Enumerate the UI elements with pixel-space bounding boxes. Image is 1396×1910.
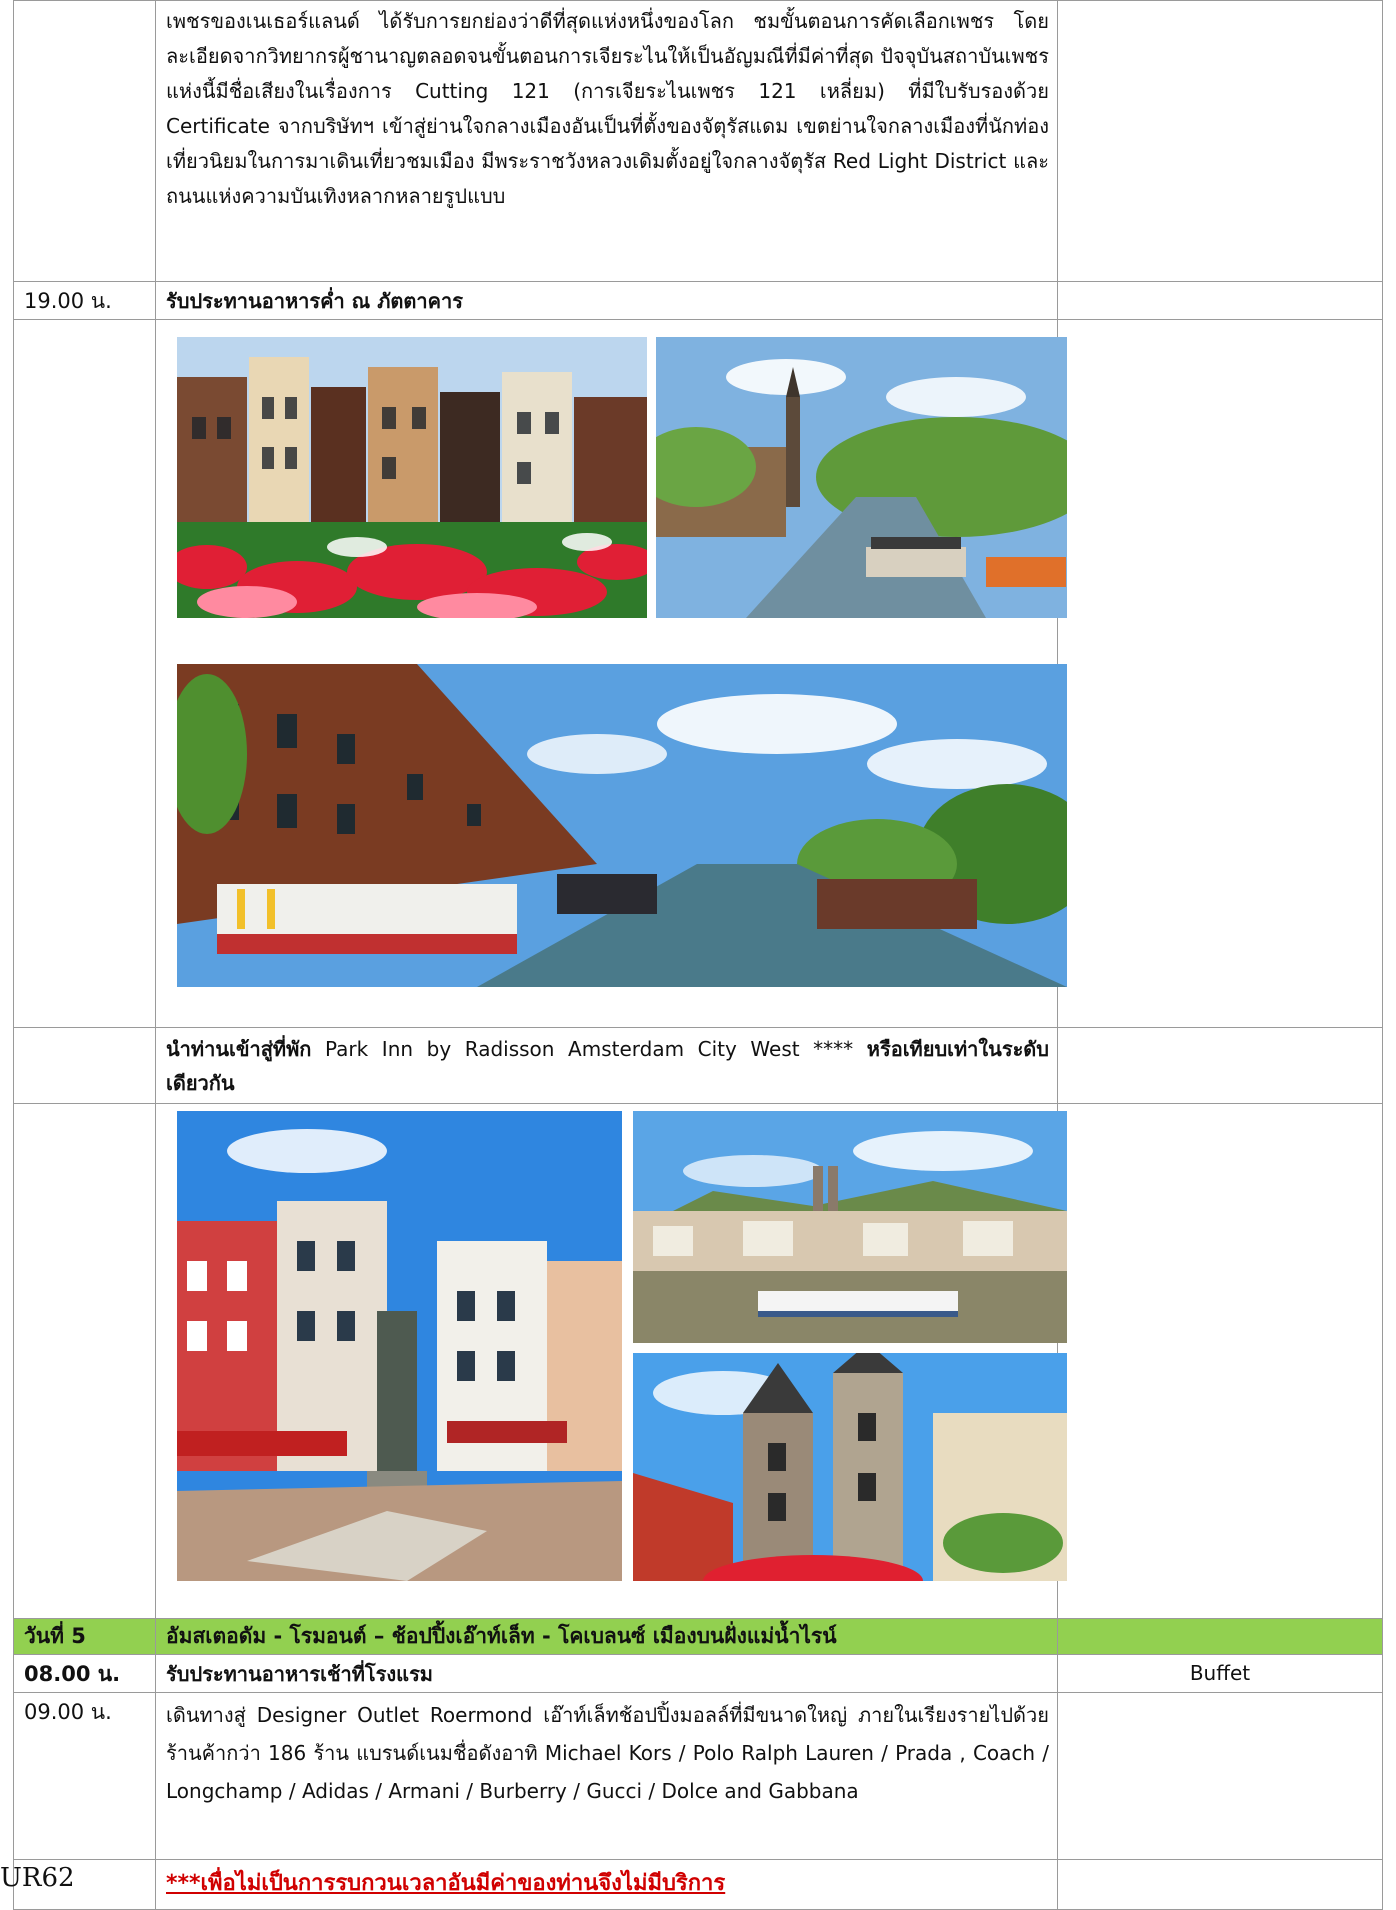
breakfast-row: 08.00 น. รับประทานอาหารเช้าที่โรงแรม Buf… (13, 1654, 1383, 1693)
description-cell: นำท่านเข้าสู่ที่พัก Park Inn by Radisson… (155, 1027, 1058, 1104)
description-cell: เพชรของเนเธอร์แลนด์ ได้รับการยกย่องว่าดี… (155, 0, 1058, 282)
hotel-row: นำท่านเข้าสู่ที่พัก Park Inn by Radisson… (13, 1027, 1383, 1104)
koblenz-rhine-image (633, 1111, 1067, 1343)
dinner-row: 19.00 น. รับประทานอาหารค่ำ ณ ภัตตาคาร (13, 281, 1383, 320)
notice-text: ***เพื่อไม่เป็นการรบกวนเวลาอันมีค่าของท่… (166, 1871, 726, 1896)
time-cell (13, 0, 156, 282)
outlet-row: 09.00 น. เดินทางสู่ Designer Outlet Roer… (13, 1692, 1383, 1860)
breakfast-time: 08.00 น. (24, 1662, 121, 1686)
day5-label: วันที่ 5 (24, 1624, 86, 1648)
day5-header-row: วันที่ 5 อัมสเตอดัม - โรมอนต์ – ช้อปปิ้ง… (13, 1618, 1383, 1655)
notice-row: ***เพื่อไม่เป็นการรบกวนเวลาอันมีค่าของท่… (13, 1859, 1383, 1910)
koblenz-square-image (177, 1111, 622, 1581)
dinner-text: รับประทานอาหารค่ำ ณ ภัตตาคาร (166, 289, 463, 313)
description-cell: รับประทานอาหารค่ำ ณ ภัตตาคาร (155, 281, 1058, 320)
meal-cell (1057, 0, 1383, 282)
day5-title: อัมสเตอดัม - โรมอนต์ – ช้อปปิ้งเอ๊าท์เล็… (166, 1624, 837, 1648)
time-cell: 19.00 น. (13, 281, 156, 320)
footer-code: UR62 (0, 1863, 75, 1893)
hotel-name: Park Inn by Radisson Amsterdam City West… (311, 1037, 867, 1061)
meal-cell (1057, 281, 1383, 320)
breakfast-meal: Buffet (1189, 1661, 1251, 1685)
intro-paragraph: เพชรของเนเธอร์แลนด์ ได้รับการยกย่องว่าดี… (166, 9, 1049, 208)
amsterdam-canal-boats-image (177, 664, 1067, 987)
outlet-time: 09.00 น. (24, 1700, 112, 1724)
amsterdam-canal-tower-image (656, 337, 1067, 618)
breakfast-text: รับประทานอาหารเช้าที่โรงแรม (166, 1662, 433, 1686)
hotel-prefix: นำท่านเข้าสู่ที่พัก (166, 1037, 312, 1061)
time-cell (13, 1027, 156, 1104)
intro-row: เพชรของเนเธอร์แลนด์ ได้รับการยกย่องว่าดี… (13, 0, 1383, 282)
dinner-time: 19.00 น. (24, 289, 112, 313)
koblenz-church-image (633, 1353, 1067, 1581)
meal-cell (1057, 1027, 1383, 1104)
amsterdam-tulips-image (177, 337, 647, 618)
outlet-text: เดินทางสู่ Designer Outlet Roermond เอ๊า… (166, 1703, 1049, 1803)
